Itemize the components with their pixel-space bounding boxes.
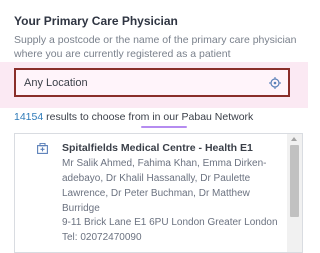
location-search-input[interactable]	[16, 70, 288, 95]
scroll-thumb[interactable]	[290, 145, 299, 217]
hospital-building-icon	[37, 143, 48, 154]
practice-doctors: Mr Salik Ahmed, Fahima Khan, Emma Dirken…	[62, 158, 267, 214]
scroll-up-arrow-icon[interactable]	[291, 137, 297, 141]
results-suffix: results to choose from in our Pabau Netw…	[46, 111, 254, 123]
practice-address: 9-11 Brick Lane E1 6PU London Greater Lo…	[62, 217, 278, 228]
network-underline	[141, 126, 187, 128]
section-title: Your Primary Care Physician	[14, 14, 178, 28]
location-target-icon[interactable]	[269, 77, 281, 89]
practice-name: Spitalfields Medical Centre - Health E1	[62, 142, 253, 154]
results-list[interactable]: Spitalfields Medical Centre - Health E1 …	[14, 133, 303, 253]
results-summary: 14154 results to choose from in our Paba…	[14, 111, 253, 123]
location-search-box[interactable]	[14, 68, 290, 97]
results-scrollbar[interactable]	[287, 134, 302, 252]
section-subtitle: Supply a postcode or the name of the pri…	[14, 34, 297, 60]
results-count: 14154	[14, 111, 44, 123]
practice-phone: Tel: 02072470090	[62, 232, 142, 243]
